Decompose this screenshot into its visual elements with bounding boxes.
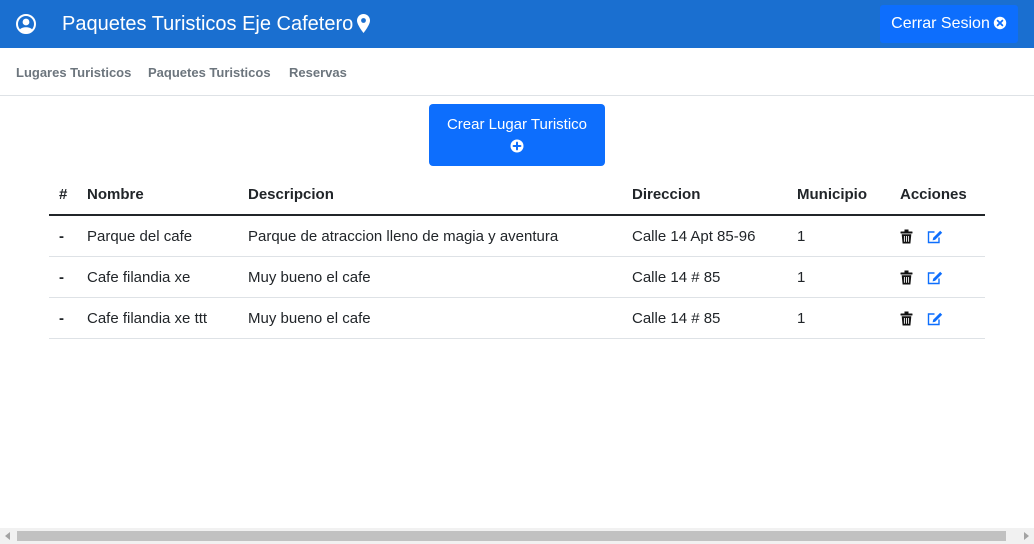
trash-icon[interactable] <box>900 311 913 326</box>
edit-icon[interactable] <box>927 271 943 285</box>
cell-direccion: Calle 14 # 85 <box>622 256 787 298</box>
top-navbar: Paquetes Turisticos Eje Cafetero Cerrar … <box>0 0 1034 48</box>
col-header-acciones: Acciones <box>890 175 985 216</box>
cell-municipio: 1 <box>787 215 890 257</box>
close-circle-icon <box>993 16 1007 30</box>
app-title: Paquetes Turisticos Eje Cafetero <box>62 12 371 36</box>
cell-municipio: 1 <box>787 297 890 339</box>
cell-nombre: Parque del cafe <box>77 215 238 257</box>
trash-icon[interactable] <box>900 229 913 244</box>
nav-paquetes-turisticos[interactable]: Paquetes Turisticos <box>148 65 271 80</box>
col-header-nombre: Nombre <box>77 175 238 216</box>
app-title-text: Paquetes Turisticos Eje Cafetero <box>62 13 354 35</box>
cell-direccion: Calle 14 Apt 85-96 <box>622 215 787 257</box>
user-circle-icon[interactable] <box>16 14 36 34</box>
sub-navbar: Lugares Turisticos Paquetes Turisticos R… <box>0 48 1034 96</box>
cell-descripcion: Parque de atraccion lleno de magia y ave… <box>238 215 622 257</box>
places-table: # Nombre Descripcion Direccion Municipio… <box>49 175 985 339</box>
cell-num: - <box>49 256 77 298</box>
nav-reservas[interactable]: Reservas <box>289 65 347 80</box>
cell-acciones <box>890 215 985 257</box>
col-header-num: # <box>49 175 77 216</box>
cell-descripcion: Muy bueno el cafe <box>238 256 622 298</box>
cell-nombre: Cafe filandia xe ttt <box>77 297 238 339</box>
create-place-label: Crear Lugar Turistico <box>446 116 588 133</box>
horizontal-scrollbar[interactable] <box>0 528 1034 544</box>
logout-button[interactable]: Cerrar Sesion <box>880 5 1018 43</box>
edit-icon[interactable] <box>927 230 943 244</box>
table-row: - Cafe filandia xe Muy bueno el cafe Cal… <box>49 256 985 298</box>
scrollbar-thumb[interactable] <box>17 531 1006 541</box>
cell-descripcion: Muy bueno el cafe <box>238 297 622 339</box>
table-row: - Cafe filandia xe ttt Muy bueno el cafe… <box>49 297 985 339</box>
cell-acciones <box>890 256 985 298</box>
map-pin-icon <box>357 14 371 33</box>
cell-num: - <box>49 297 77 339</box>
table-header-row: # Nombre Descripcion Direccion Municipio… <box>49 175 985 216</box>
col-header-descripcion: Descripcion <box>238 175 622 216</box>
cell-num: - <box>49 215 77 257</box>
trash-icon[interactable] <box>900 270 913 285</box>
scroll-left-arrow-icon[interactable] <box>5 532 10 540</box>
col-header-municipio: Municipio <box>787 175 890 216</box>
scroll-right-arrow-icon[interactable] <box>1024 532 1029 540</box>
plus-circle-icon <box>510 139 524 153</box>
logout-button-label: Cerrar Sesion <box>891 15 990 32</box>
cell-nombre: Cafe filandia xe <box>77 256 238 298</box>
edit-icon[interactable] <box>927 312 943 326</box>
create-place-button[interactable]: Crear Lugar Turistico <box>429 104 605 166</box>
col-header-direccion: Direccion <box>622 175 787 216</box>
cell-acciones <box>890 297 985 339</box>
cell-municipio: 1 <box>787 256 890 298</box>
nav-lugares-turisticos[interactable]: Lugares Turisticos <box>16 65 131 80</box>
cell-direccion: Calle 14 # 85 <box>622 297 787 339</box>
table-row: - Parque del cafe Parque de atraccion ll… <box>49 215 985 257</box>
